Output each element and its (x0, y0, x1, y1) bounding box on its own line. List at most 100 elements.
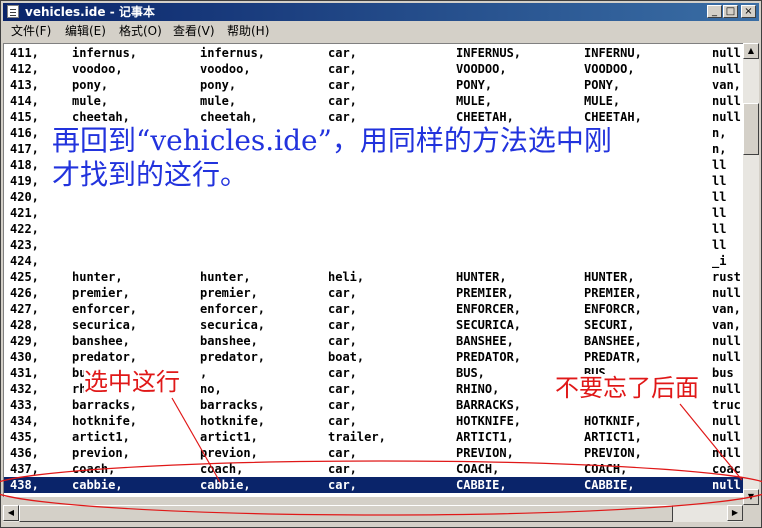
field-value: no, (200, 382, 222, 396)
notepad-icon[interactable] (7, 5, 19, 18)
menu-help[interactable]: 帮助(H) (227, 24, 269, 39)
scroll-down-icon[interactable]: ▼ (743, 489, 759, 505)
text-line[interactable]: 428, securica, securica, car, SECURICA, SECUR… (4, 317, 743, 333)
horizontal-scroll-thumb[interactable] (19, 505, 673, 522)
selected-text-line[interactable]: 438, cabbie, cabbie, car, CABBIE, CABBIE, null (4, 477, 743, 493)
minimize-button[interactable]: _ (707, 5, 722, 18)
text-line[interactable]: 427, enforcer, enforcer, car, ENFORCER, ENFOR… (4, 301, 743, 317)
vertical-scroll-thumb[interactable] (743, 103, 759, 155)
field-value: car, (328, 302, 357, 316)
field-value: boat, (328, 350, 365, 364)
title-bar[interactable]: vehicles.ide - 记事本 _ □ × (3, 3, 759, 21)
field-value: CHEETAH, (456, 110, 514, 124)
text-line[interactable]: 436, previon, previon, car, PREVION, PREVION,… (4, 445, 743, 461)
field-value: VOODOO, (584, 62, 635, 76)
field-value: ENFORCER, (456, 302, 522, 316)
field-value: previon, (72, 446, 130, 460)
text-line[interactable]: 437, coach, coach, car, COACH, COACH, coac (4, 461, 743, 477)
field-value: BANSHEE, (584, 334, 642, 348)
field-value: CABBIE, (456, 478, 507, 492)
line-number: 431, (10, 366, 39, 380)
scroll-right-icon[interactable]: ▶ (727, 505, 743, 521)
field-value: van, (712, 302, 741, 316)
field-value: ll (712, 222, 727, 236)
line-number: 433, (10, 398, 39, 412)
field-value: HUNTER, (456, 270, 507, 284)
field-value: PREDATOR, (456, 350, 522, 364)
text-line[interactable]: 421, ll (4, 205, 743, 221)
text-line[interactable]: 414, mule, mule, car, MULE, MULE, null (4, 93, 743, 109)
field-value: heli, (328, 270, 365, 284)
line-number: 423, (10, 238, 39, 252)
text-line[interactable]: 429, banshee, banshee, car, BANSHEE, BANSHEE,… (4, 333, 743, 349)
field-value: COACH, (456, 462, 500, 476)
line-number: 424, (10, 254, 39, 268)
field-value: pony, (200, 78, 237, 92)
scroll-left-icon[interactable]: ◀ (3, 505, 19, 521)
field-value: car, (328, 110, 357, 124)
field-value: ll (712, 158, 727, 172)
menu-view[interactable]: 查看(V) (173, 24, 215, 39)
text-line[interactable]: 412, voodoo, voodoo, car, VOODOO, VOODOO, null (4, 61, 743, 77)
field-value: car, (328, 286, 357, 300)
field-value: car, (328, 94, 357, 108)
line-number: 420, (10, 190, 39, 204)
text-line[interactable]: 424, _i (4, 253, 743, 269)
text-line[interactable]: 425, hunter, hunter, heli, HUNTER, HUNTER, rus… (4, 269, 743, 285)
field-value: car, (328, 462, 357, 476)
field-value: car, (328, 446, 357, 460)
menu-bar: 文件(F) 编辑(E) 格式(O) 查看(V) 帮助(H) (3, 22, 759, 41)
field-value: MULE, (584, 94, 621, 108)
field-value: car, (328, 78, 357, 92)
field-value: hotknife, (72, 414, 138, 428)
text-line[interactable]: 426, premier, premier, car, PREMIER, PREMIER,… (4, 285, 743, 301)
text-line[interactable]: 430, predator, predator, boat, PREDATOR, PRED… (4, 349, 743, 365)
menu-edit[interactable]: 编辑(E) (65, 24, 106, 39)
field-value: null (712, 446, 741, 460)
field-value: BARRACKS, (456, 398, 522, 412)
text-editor-area[interactable]: 411, infernus, infernus, car, INFERNUS, INFER… (3, 43, 743, 497)
field-value: n, (712, 142, 727, 156)
field-value: car, (328, 382, 357, 396)
line-number: 428, (10, 318, 39, 332)
text-line[interactable]: 411, infernus, infernus, car, INFERNUS, INFER… (4, 45, 743, 61)
menu-format[interactable]: 格式(O) (119, 24, 162, 39)
text-line[interactable]: 415, cheetah, cheetah, car, CHEETAH, CHEETAH,… (4, 109, 743, 125)
line-number: 416, (10, 126, 39, 140)
field-value: _i (712, 254, 727, 268)
field-value: n, (712, 126, 727, 140)
field-value: CHEETAH, (584, 110, 642, 124)
line-number: 435, (10, 430, 39, 444)
field-value: car, (328, 46, 357, 60)
tutorial-instruction: 再回到“vehicles.ide”，用同样的方法选中刚 才找到的这行。 (52, 124, 612, 192)
vertical-scrollbar[interactable]: ▲ ▼ (743, 43, 759, 505)
maximize-button[interactable]: □ (723, 5, 738, 18)
text-line[interactable]: 423, ll (4, 237, 743, 253)
field-value: infernus, (72, 46, 138, 60)
instruction-line: 再回到“vehicles.ide”，用同样的方法选中刚 (52, 124, 612, 157)
select-row-note: 选中这行 (84, 368, 180, 396)
field-value: null (712, 350, 741, 364)
field-value: securica, (72, 318, 138, 332)
field-value: truc (712, 398, 741, 412)
field-value: , (200, 366, 208, 380)
field-value: null (712, 46, 741, 60)
field-value: HUNTER, (584, 270, 635, 284)
line-number: 412, (10, 62, 39, 76)
size-grip[interactable] (743, 505, 759, 522)
text-line[interactable]: 434, hotknife, hotknife, car, HOTKNIFE, HOTKN… (4, 413, 743, 429)
scroll-up-icon[interactable]: ▲ (743, 43, 759, 59)
text-line[interactable]: 435, artict1, artict1, trailer, ARTICT1, ARTI… (4, 429, 743, 445)
field-value: enforcer, (200, 302, 266, 316)
field-value: RHINO, (456, 382, 500, 396)
horizontal-scrollbar[interactable]: ◀ ▶ (3, 505, 743, 522)
close-button[interactable]: × (741, 5, 756, 18)
text-line[interactable]: 422, ll (4, 221, 743, 237)
field-value: BANSHEE, (456, 334, 514, 348)
field-value: van, (712, 78, 741, 92)
text-line[interactable]: 413, pony, pony, car, PONY, PONY, van, (4, 77, 743, 93)
field-value: previon, (200, 446, 258, 460)
field-value: PREMIER, (584, 286, 642, 300)
line-number: 436, (10, 446, 39, 460)
menu-file[interactable]: 文件(F) (11, 24, 51, 39)
